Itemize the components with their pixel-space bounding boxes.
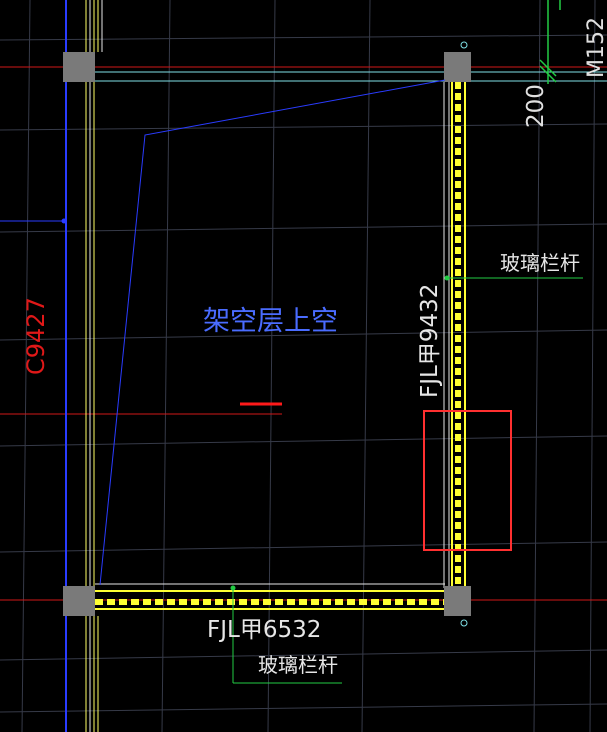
column-top-left <box>63 52 95 82</box>
axis-node <box>61 218 67 224</box>
dimension-label: 200 <box>523 84 549 128</box>
column-bottom-right <box>444 586 471 616</box>
leader-right-dot <box>444 275 450 281</box>
railing-right-label: 玻璃栏杆 <box>500 251 580 275</box>
door-tag-label: M152 <box>584 17 607 78</box>
window-right-label: FJL甲9432 <box>417 284 443 398</box>
leader-bottom-dot <box>230 585 236 591</box>
window-bottom-label: FJL甲6532 <box>207 617 321 643</box>
column-top-right <box>444 52 471 82</box>
room-name-label: 架空层上空 <box>203 306 338 337</box>
axis-tag-label: C9427 <box>22 297 50 375</box>
railing-bottom-label: 玻璃栏杆 <box>258 653 338 677</box>
cad-drawing-canvas: 架空层上空 C9427 M152 200 玻璃栏杆 玻璃栏杆 FJL甲9432 … <box>0 0 607 732</box>
column-bottom-left <box>63 586 95 616</box>
